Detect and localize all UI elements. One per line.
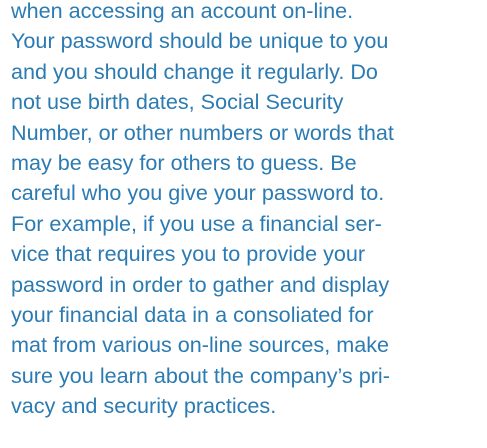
text-line: password in order to gather and display [11,271,390,297]
text-line: your financial data in a consoliated for [11,302,374,328]
text-line: may be easy for others to guess. Be [11,150,357,176]
text-line: Your password should be unique to you [11,28,389,54]
text-line: vacy and security practices. [11,393,277,419]
text-line: vice that requires you to provide your [11,241,366,267]
body-text-paragraph: when accessing an account on-line. Your … [11,0,487,422]
text-line: Number, or other numbers or words that [11,119,394,145]
text-line: sure you learn about the company’s pri- [11,362,390,388]
text-line: not use birth dates, Social Security [11,89,344,115]
text-line: For example, if you use a financial ser- [11,210,382,236]
text-line: careful who you give your password to. [11,180,385,206]
text-line: and you should change it regularly. Do [11,58,378,84]
text-line: mat from various on-line sources, make [11,332,390,358]
text-line: when accessing an account on-line. [11,0,354,23]
